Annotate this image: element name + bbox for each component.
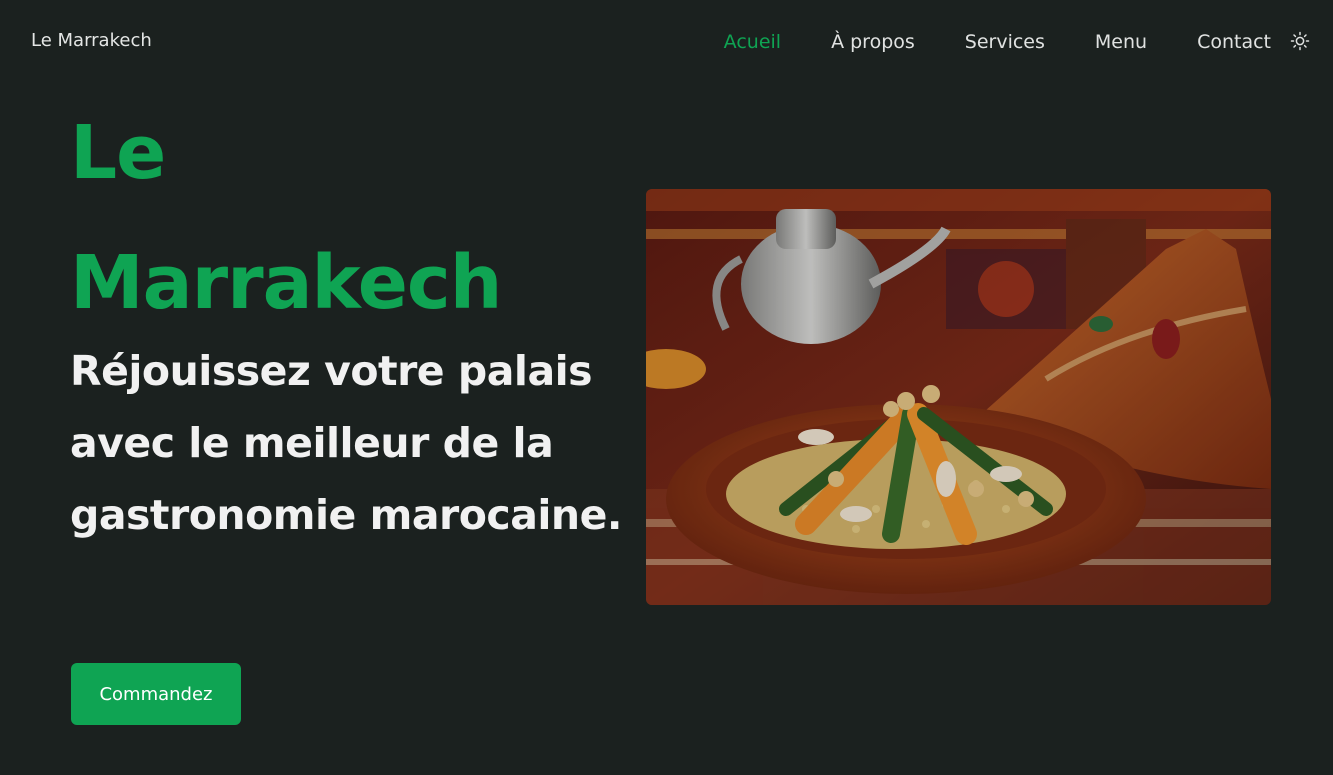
brand-link[interactable]: Le Marrakech [31,30,152,51]
hero-title-line-2: Marrakech [70,240,502,326]
nav-item-contact[interactable]: Contact [1197,30,1271,54]
nav-item-a-propos[interactable]: À propos [831,30,915,54]
hero-title: Le Marrakech [70,88,502,348]
page: Le Marrakech Acueil À propos Services Me… [0,0,1333,775]
main-nav: Acueil À propos Services Menu Contact [674,30,1271,54]
sun-icon[interactable] [1290,31,1310,51]
nav-item-menu[interactable]: Menu [1095,30,1147,54]
hero-title-line-1: Le [70,110,166,196]
tagine-dish-photo [646,189,1271,605]
order-button[interactable]: Commandez [71,663,241,725]
nav-item-acueil[interactable]: Acueil [724,30,781,54]
nav-item-services[interactable]: Services [965,30,1045,54]
hero-subtitle: Réjouissez votre palais avec le meilleur… [70,347,623,539]
